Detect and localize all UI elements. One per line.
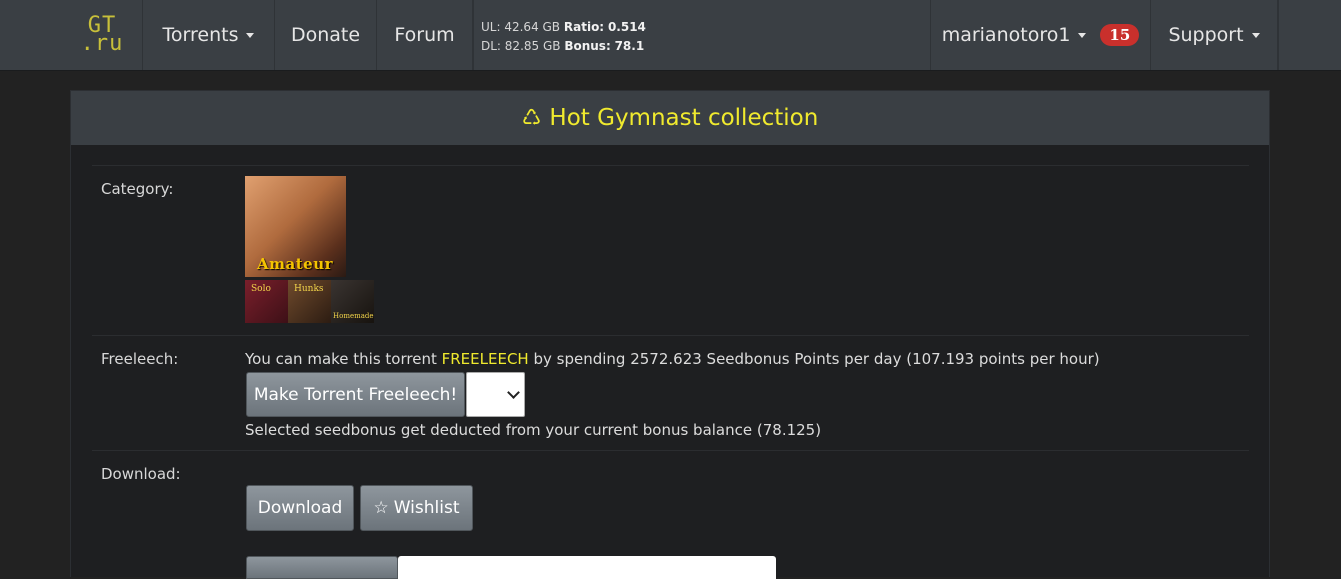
freeleech-highlight: FREELEECH bbox=[441, 350, 529, 368]
nav-torrents-dropdown[interactable]: Torrents bbox=[143, 0, 275, 70]
recycle-icon: ♺ bbox=[521, 105, 542, 131]
dl-label: DL: bbox=[481, 39, 501, 53]
panel-header: ♺ Hot Gymnast collection bbox=[71, 91, 1269, 145]
freeleech-label: Freeleech: bbox=[101, 350, 179, 368]
tag-solo: Solo bbox=[251, 284, 271, 294]
freeleech-note: Selected seedbonus get deducted from you… bbox=[245, 421, 822, 439]
nav-donate-label: Donate bbox=[290, 24, 361, 46]
text-input[interactable] bbox=[398, 556, 776, 579]
nav-donate[interactable]: Donate bbox=[275, 0, 377, 70]
tag-homemade: Homemade bbox=[333, 312, 374, 320]
secondary-button[interactable] bbox=[246, 556, 398, 579]
torrent-title: Hot Gymnast collection bbox=[549, 105, 819, 131]
nav-support-label: Support bbox=[1168, 24, 1244, 46]
ul-label: UL: bbox=[481, 20, 501, 34]
ratio-label: Ratio: bbox=[563, 20, 605, 34]
caret-down-icon bbox=[1078, 32, 1087, 38]
wishlist-label: Wishlist bbox=[393, 498, 460, 518]
download-label: Download: bbox=[101, 465, 181, 483]
upload-stats: UL: 42.64 GB Ratio: 0.514 bbox=[481, 18, 673, 37]
bonus-value: 78.1 bbox=[614, 39, 645, 53]
freeleech-suffix: by spending 2572.623 Seedbonus Points pe… bbox=[533, 350, 1100, 368]
category-label: Category: bbox=[101, 180, 174, 198]
category-main-text: Amateur bbox=[257, 255, 334, 273]
tag-hunks: Hunks bbox=[294, 284, 324, 294]
make-freeleech-button[interactable]: Make Torrent Freeleech! bbox=[246, 372, 465, 417]
user-stats: UL: 42.64 GB Ratio: 0.514 DL: 82.85 GB B… bbox=[473, 0, 673, 70]
nav-torrents-label: Torrents bbox=[162, 24, 239, 46]
category-row: Category: Amateur Solo Hunks Homemade bbox=[92, 165, 1249, 336]
nav-support-dropdown[interactable]: Support bbox=[1151, 0, 1278, 70]
category-homemade-image[interactable]: Homemade bbox=[331, 280, 374, 323]
freeleech-description: You can make this torrent FREELEECH by s… bbox=[245, 350, 1100, 368]
notification-badge[interactable]: 15 bbox=[1100, 24, 1140, 46]
star-icon: ☆ bbox=[373, 498, 389, 518]
torrent-details-panel: ♺ Hot Gymnast collection Category: Amate… bbox=[70, 90, 1270, 579]
nav-forum[interactable]: Forum bbox=[377, 0, 473, 70]
bonus-label: Bonus: bbox=[564, 39, 611, 53]
download-stats: DL: 82.85 GB Bonus: 78.1 bbox=[481, 37, 673, 56]
freeleech-prefix: You can make this torrent bbox=[245, 350, 437, 368]
logo-line2: .ru bbox=[80, 31, 124, 56]
download-button[interactable]: Download bbox=[246, 485, 354, 531]
user-menu-dropdown[interactable]: marianotoro1 15 bbox=[930, 0, 1151, 70]
caret-down-icon bbox=[1251, 32, 1260, 38]
download-row: Download: Download ☆ Wishlist bbox=[92, 450, 1249, 579]
category-images: Amateur Solo Hunks Homemade bbox=[245, 176, 374, 323]
ul-value: 42.64 GB bbox=[504, 20, 561, 34]
category-tags: Solo Hunks Homemade bbox=[245, 280, 374, 323]
username: marianotoro1 bbox=[941, 24, 1071, 46]
chevron-down-icon bbox=[507, 386, 520, 399]
wishlist-button[interactable]: ☆ Wishlist bbox=[360, 485, 473, 531]
freeleech-row: Freeleech: You can make this torrent FRE… bbox=[92, 335, 1249, 451]
category-hunks-image[interactable]: Hunks bbox=[288, 280, 331, 323]
category-solo-image[interactable]: Solo bbox=[245, 280, 288, 323]
site-logo[interactable]: GT .ru bbox=[62, 0, 143, 70]
dl-value: 82.85 GB bbox=[504, 39, 561, 53]
freeleech-duration-select[interactable] bbox=[466, 372, 525, 417]
navbar-divider bbox=[1278, 0, 1279, 70]
ratio-value: 0.514 bbox=[607, 20, 646, 34]
top-navbar: GT .ru Torrents Donate Forum UL: 42.64 G… bbox=[0, 0, 1341, 71]
nav-forum-label: Forum bbox=[394, 24, 455, 46]
category-amateur-image[interactable]: Amateur bbox=[245, 176, 346, 277]
caret-down-icon bbox=[246, 32, 255, 38]
